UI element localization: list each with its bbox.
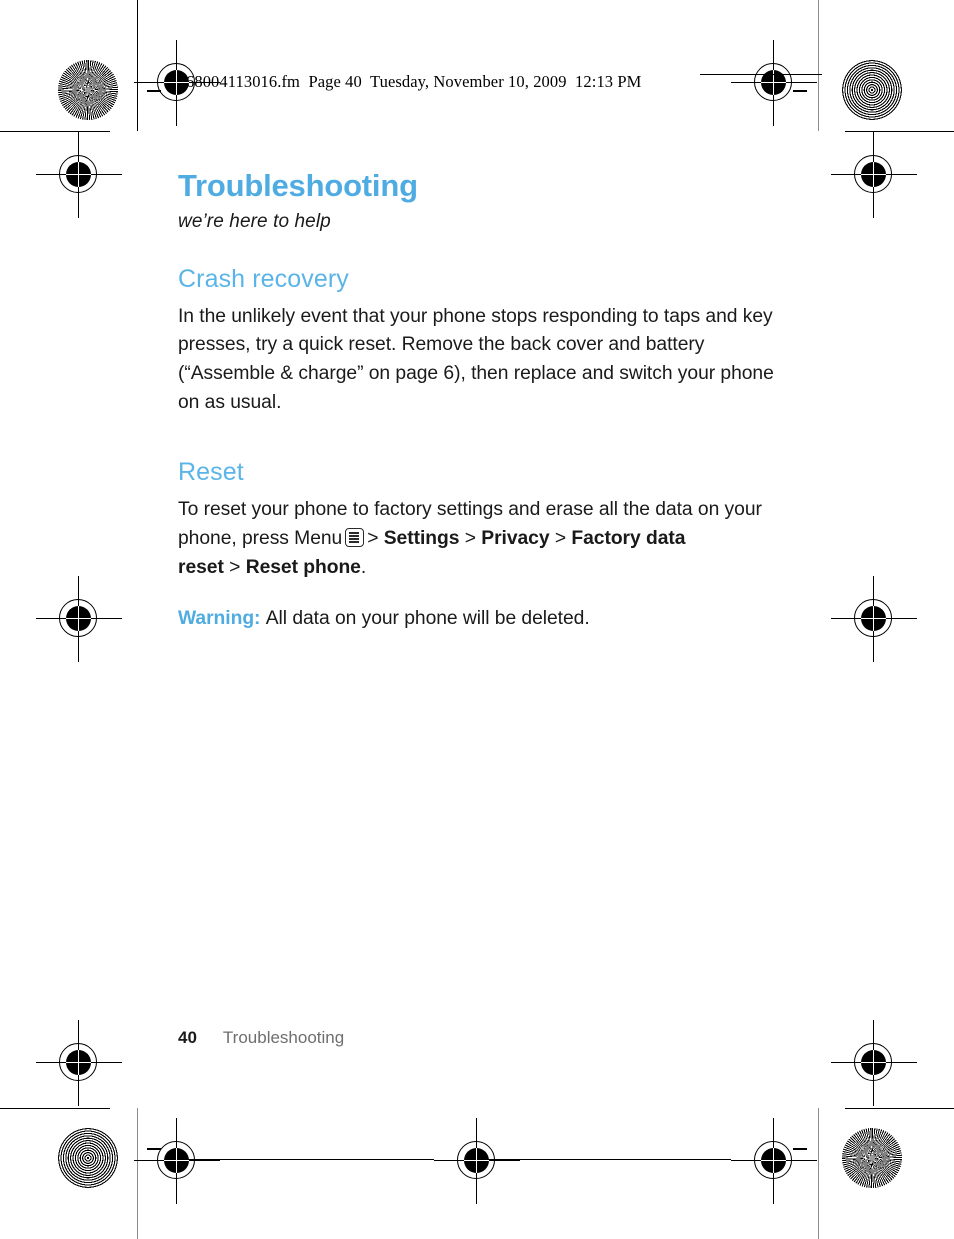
fm-filename-header: 68004113016.fm Page 40 Tuesday, November…	[186, 72, 642, 91]
section-heading-reset: Reset	[178, 458, 244, 487]
registration-crosshair	[831, 1020, 917, 1106]
path-separator: >	[229, 556, 241, 578]
path-separator: >	[554, 528, 567, 550]
crop-rule-horizontal	[845, 1108, 954, 1110]
warning-paragraph: Warning: All data on your phone will be …	[178, 605, 798, 634]
registration-crosshair	[731, 40, 817, 126]
menu-path-reset-phone: Reset phone	[245, 556, 361, 578]
warning-text: All data on your phone will be deleted.	[265, 608, 590, 630]
crop-rule-horizontal	[477, 1159, 731, 1161]
crop-rule-horizontal	[177, 1159, 434, 1161]
path-separator: >	[367, 528, 379, 550]
registration-crosshair	[731, 1118, 817, 1204]
moire-target	[842, 60, 902, 120]
registration-crosshair	[36, 576, 122, 662]
moire-target	[58, 1128, 118, 1188]
header-overlay-rule	[700, 74, 822, 76]
path-separator: >	[464, 528, 476, 550]
warning-label: Warning:	[178, 608, 261, 630]
crop-rule-horizontal	[0, 1108, 110, 1110]
crop-rule-vertical	[818, 0, 819, 131]
section-paragraph-crash-recovery: In the unlikely event that your phone st…	[178, 305, 774, 413]
menu-path-settings: Settings	[383, 528, 460, 550]
page-subtitle: we’re here to help	[178, 210, 331, 232]
registration-crosshair	[36, 1020, 122, 1106]
registration-crosshair	[831, 576, 917, 662]
footer-page-number: 40	[178, 1028, 197, 1047]
section-heading-crash-recovery: Crash recovery	[178, 264, 349, 293]
menu-path-privacy: Privacy	[481, 528, 550, 550]
sentence-period: .	[360, 556, 367, 578]
page-content: Troubleshooting we’re here to help Crash…	[178, 168, 798, 634]
menu-key-icon	[345, 528, 365, 548]
registration-crosshair	[134, 1118, 220, 1204]
starburst-target	[58, 60, 118, 120]
page-footer: 40 Troubleshooting	[178, 1028, 344, 1048]
registration-crosshair	[36, 132, 122, 218]
page-title: Troubleshooting	[178, 168, 418, 203]
registration-crosshair	[434, 1118, 520, 1204]
footer-chapter-name: Troubleshooting	[222, 1028, 345, 1047]
registration-crosshair	[831, 132, 917, 218]
starburst-target	[842, 1128, 902, 1188]
section-paragraph-reset: To reset your phone to factory settings …	[178, 496, 798, 582]
crop-rule-vertical	[818, 1108, 819, 1239]
